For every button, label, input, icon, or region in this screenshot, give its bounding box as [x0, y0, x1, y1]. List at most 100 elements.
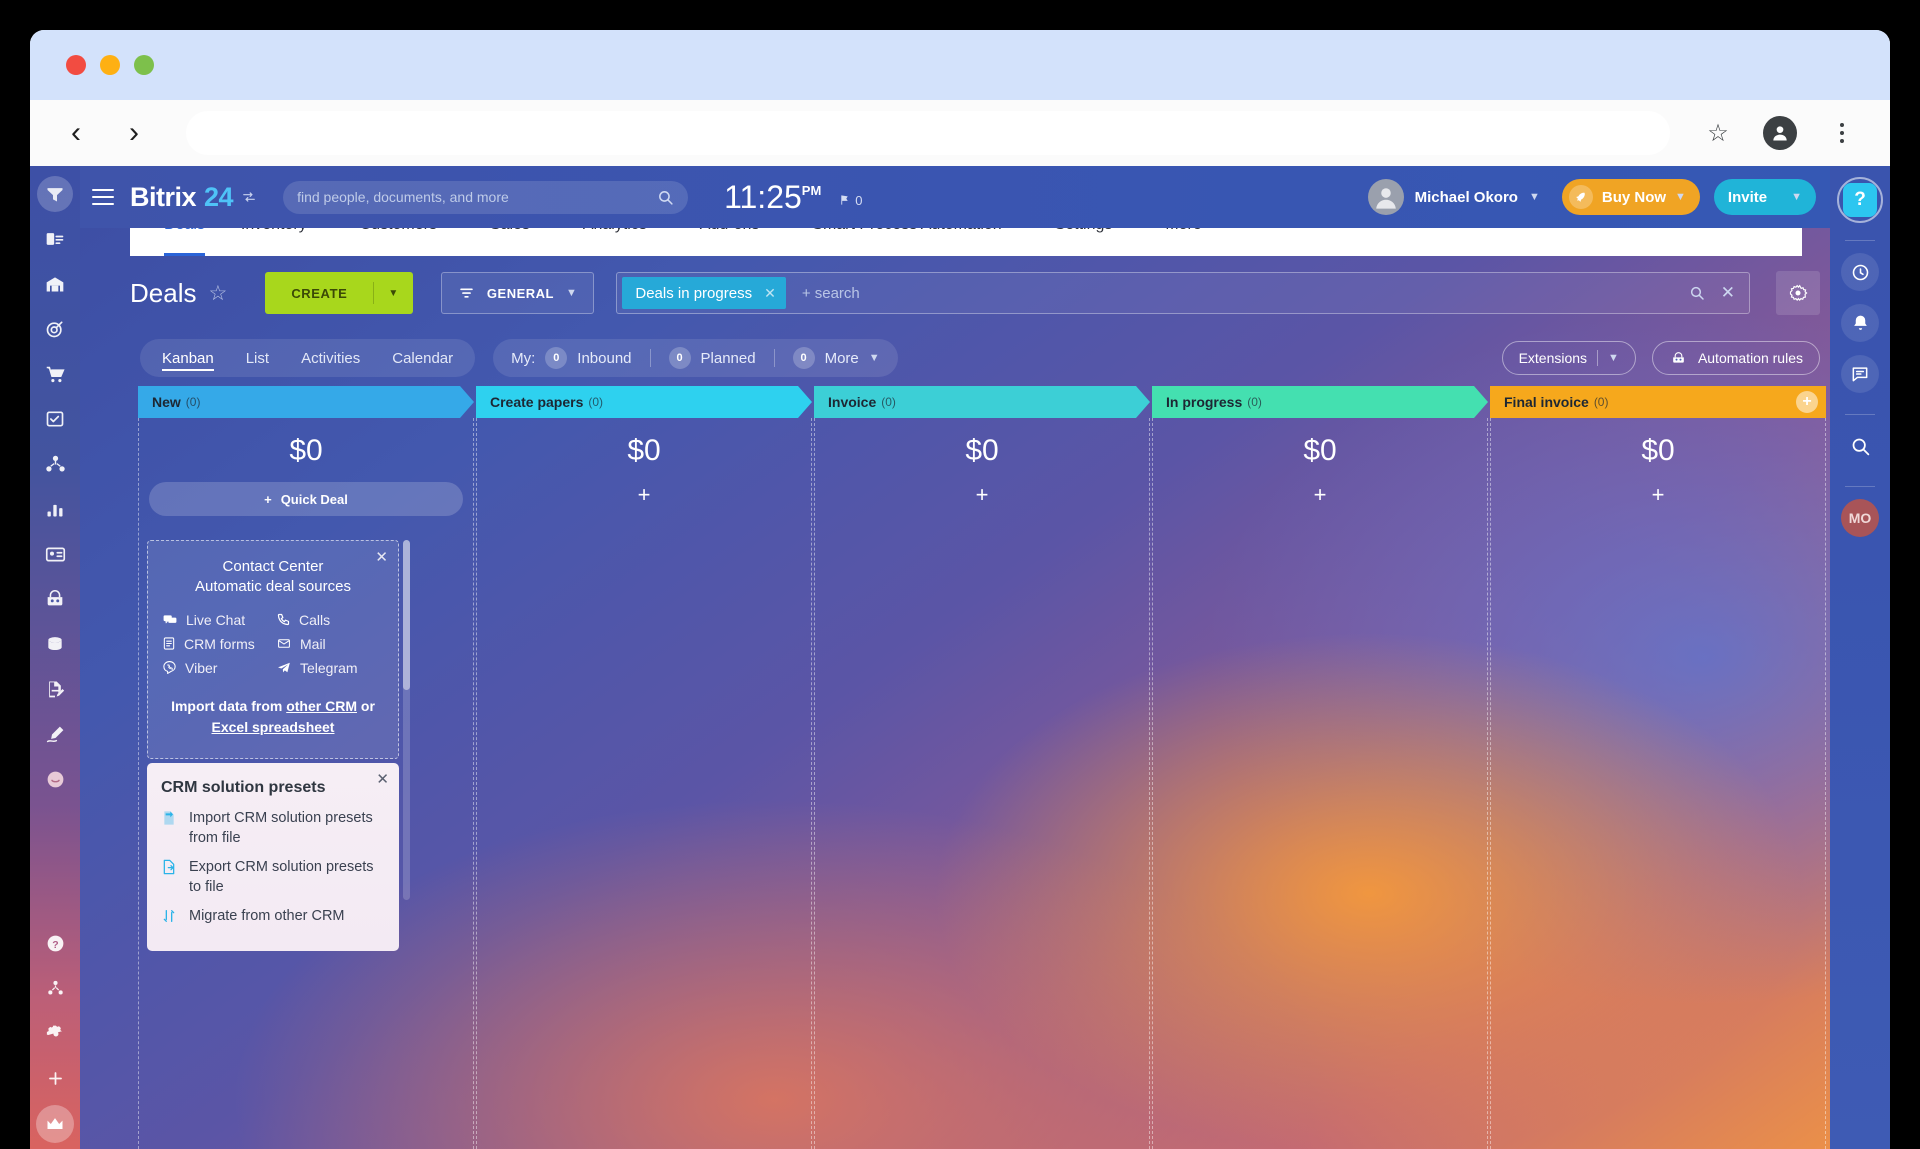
view-switcher-row: Kanban List Activities Calendar My: 0 In…: [140, 338, 1820, 378]
close-icon[interactable]: ✕: [376, 770, 389, 788]
switch-icon[interactable]: [241, 190, 257, 204]
sidebar-item-network-icon[interactable]: [37, 446, 73, 482]
notifications-bell-icon[interactable]: [1841, 304, 1879, 342]
sidebar-item-target-icon[interactable]: [37, 311, 73, 347]
logo-text-main: Bitrix: [130, 181, 197, 212]
user-menu[interactable]: Michael Okoro ▼: [1367, 179, 1540, 215]
column-header[interactable]: Create papers (0): [476, 386, 812, 418]
column-body[interactable]: $0 +: [1152, 418, 1488, 1149]
column-sum: $0: [627, 434, 661, 467]
sidebar-item-contacts-icon[interactable]: [37, 221, 73, 257]
menu-burger-icon[interactable]: [86, 180, 120, 214]
filter-preset-button[interactable]: GENERAL ▼: [440, 272, 595, 314]
column-body[interactable]: $0 + Quick Deal ✕ Contact Center Automat…: [138, 418, 474, 1149]
counter-label-more[interactable]: More: [825, 350, 859, 367]
chat-bubble-icon[interactable]: [1841, 355, 1879, 393]
panel-scrollbar[interactable]: [403, 540, 410, 900]
sidebar-item-cart-icon[interactable]: [37, 356, 73, 392]
search-icon[interactable]: [1681, 285, 1713, 301]
column-header[interactable]: New (0): [138, 386, 474, 418]
counter-label-planned[interactable]: Planned: [701, 350, 756, 367]
sidebar-item-sitemap-icon[interactable]: [37, 970, 73, 1006]
help-button[interactable]: ?: [1836, 176, 1884, 224]
column-body[interactable]: $0 +: [814, 418, 1150, 1149]
clear-search-icon[interactable]: ✕: [1713, 283, 1743, 303]
add-deal-button[interactable]: +: [815, 482, 1149, 508]
tab-calendar[interactable]: Calendar: [376, 350, 469, 367]
invite-button[interactable]: Invite ▼: [1713, 179, 1816, 215]
tab-kanban[interactable]: Kanban: [146, 350, 230, 371]
flag-counter[interactable]: 0: [839, 193, 863, 208]
sidebar-item-sign-doc-icon[interactable]: [37, 671, 73, 707]
sidebar-item-tasks-icon[interactable]: [37, 401, 73, 437]
history-clock-icon[interactable]: [1841, 253, 1879, 291]
add-deal-button[interactable]: +: [477, 482, 811, 508]
preset-item-migrate[interactable]: Migrate from other CRM: [161, 907, 385, 927]
source-live-chat[interactable]: Live Chat: [162, 612, 270, 628]
kebab-menu-icon[interactable]: [1822, 113, 1862, 153]
column-header[interactable]: Invoice (0): [814, 386, 1150, 418]
filter-chip-label: Deals in progress: [635, 284, 753, 302]
preset-item-import[interactable]: Import CRM solution presets from file: [161, 809, 385, 848]
sidebar-item-help-icon[interactable]: ?: [37, 925, 73, 961]
sidebar-item-smiley-icon[interactable]: [37, 761, 73, 797]
search-icon[interactable]: [1841, 427, 1879, 465]
settings-gear-icon[interactable]: [1776, 271, 1820, 315]
sidebar-item-settings-gear-icon[interactable]: [37, 1015, 73, 1051]
extensions-label: Extensions: [1518, 350, 1588, 366]
add-deal-button[interactable]: +: [1491, 482, 1825, 508]
browser-forward-button[interactable]: ›: [116, 115, 152, 151]
user-avatar-initials[interactable]: MO: [1841, 499, 1879, 537]
source-mail[interactable]: Mail: [276, 636, 384, 652]
preset-item-export[interactable]: Export CRM solution presets to file: [161, 858, 385, 897]
chevron-down-icon[interactable]: ▼: [374, 288, 413, 299]
star-icon[interactable]: ☆: [1698, 113, 1738, 153]
import-link-other-crm[interactable]: other CRM: [286, 698, 357, 714]
deals-search-bar[interactable]: Deals in progress ✕ + search ✕: [616, 272, 1750, 314]
sidebar-item-drive-icon[interactable]: [37, 626, 73, 662]
source-viber[interactable]: Viber: [162, 660, 270, 676]
search-icon[interactable]: [657, 189, 674, 206]
sidebar-item-robot-icon[interactable]: [37, 581, 73, 617]
close-icon[interactable]: ✕: [375, 548, 388, 566]
counter-label-inbound[interactable]: Inbound: [577, 350, 631, 367]
add-deal-button[interactable]: +: [1153, 482, 1487, 508]
window-minimize-button[interactable]: [100, 55, 120, 75]
window-maximize-button[interactable]: [134, 55, 154, 75]
profile-icon[interactable]: [1760, 113, 1800, 153]
sidebar-item-pen-icon[interactable]: [37, 716, 73, 752]
quick-deal-button[interactable]: + Quick Deal: [149, 482, 463, 516]
close-icon[interactable]: ✕: [764, 285, 776, 302]
import-link-excel[interactable]: Excel spreadsheet: [212, 719, 335, 735]
browser-back-button[interactable]: ‹: [58, 115, 94, 151]
global-search-input[interactable]: find people, documents, and more: [283, 180, 689, 214]
sidebar-item-id-card-icon[interactable]: [37, 536, 73, 572]
source-crm-forms[interactable]: CRM forms: [162, 636, 270, 652]
sidebar-item-warehouse-icon[interactable]: [37, 266, 73, 302]
source-telegram[interactable]: Telegram: [276, 660, 384, 676]
tab-list[interactable]: List: [230, 350, 285, 367]
buy-now-button[interactable]: Buy Now ▼: [1561, 179, 1700, 215]
bitrix-logo[interactable]: Bitrix 24: [130, 182, 257, 213]
column-header[interactable]: Final invoice (0) +: [1490, 386, 1826, 418]
automation-rules-label: Automation rules: [1697, 350, 1803, 366]
extensions-button[interactable]: Extensions ▼: [1501, 341, 1636, 375]
browser-address-bar[interactable]: [186, 111, 1670, 155]
column-header[interactable]: In progress (0): [1152, 386, 1488, 418]
source-label: Calls: [299, 611, 331, 628]
sidebar-item-plus-icon[interactable]: [37, 1060, 73, 1096]
column-body[interactable]: $0 +: [1490, 418, 1826, 1149]
add-column-button[interactable]: +: [1796, 391, 1818, 413]
column-body[interactable]: $0 +: [476, 418, 812, 1149]
window-close-button[interactable]: [66, 55, 86, 75]
automation-rules-button[interactable]: Automation rules: [1651, 341, 1820, 375]
source-calls[interactable]: Calls: [276, 612, 384, 628]
sidebar-item-crm-funnel-icon[interactable]: [37, 176, 73, 212]
tab-activities[interactable]: Activities: [285, 350, 376, 367]
filter-chip-deals-in-progress[interactable]: Deals in progress ✕: [622, 277, 786, 309]
create-button[interactable]: CREATE ▼: [265, 272, 413, 314]
sidebar-item-analytics-icon[interactable]: [37, 491, 73, 527]
import-middle: or: [357, 697, 375, 714]
favorite-star-icon[interactable]: ☆: [208, 281, 227, 306]
sidebar-crown-icon[interactable]: [36, 1105, 74, 1143]
